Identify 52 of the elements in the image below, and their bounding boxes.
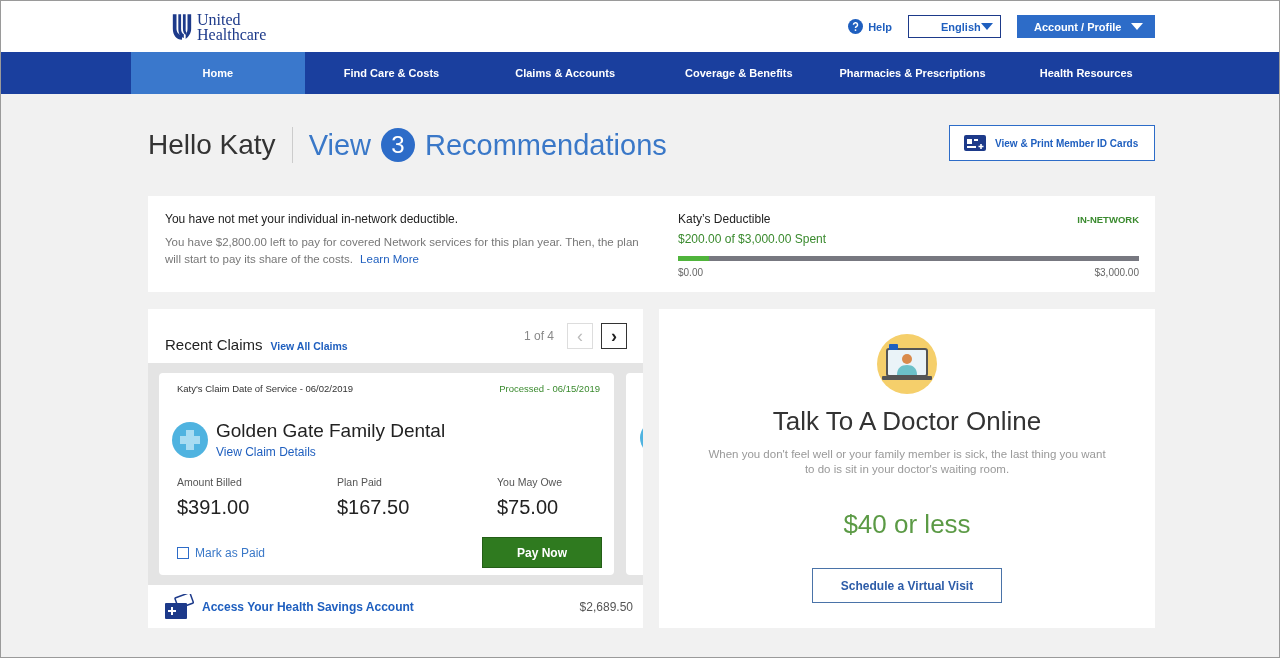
network-label: IN-NETWORK: [1077, 213, 1139, 225]
next-button[interactable]: ›: [601, 323, 627, 349]
promo-text: When you don't feel well or your family member is sick, the last thing you want to do is sit in your doctor's waiting room.: [707, 447, 1107, 477]
deductible-message: You have not met your individual in-network deductible.: [165, 212, 460, 226]
logo-text: Healthcare: [197, 26, 267, 42]
logo-text: United: [197, 11, 242, 27]
provider-name: Golden Gate Family Dental: [216, 420, 446, 442]
greeting: Hello Katy: [148, 129, 276, 161]
price-text: $40 or less: [843, 509, 971, 540]
amount-value: $167.50: [337, 496, 411, 519]
nav-tab[interactable]: Health Resources: [999, 52, 1174, 94]
schedule-visit-button[interactable]: Schedule a Virtual Visit: [812, 568, 1002, 603]
learn-more-link[interactable]: Learn More: [360, 253, 419, 265]
claims-title: Recent Claims: [165, 335, 263, 353]
logo-icon: [171, 11, 193, 42]
help-link[interactable]: Help: [848, 19, 892, 34]
claim-details-link[interactable]: View Claim Details: [216, 445, 316, 459]
pager-text: 1 of 4: [523, 329, 554, 343]
id-cards-button[interactable]: View & Print Member ID Cards: [949, 125, 1155, 161]
claim-status: Processed - 06/15/2019: [499, 383, 600, 394]
promo-title: Talk To A Doctor Online: [772, 406, 1042, 437]
deductible-title: Katy’s Deductible: [678, 212, 771, 226]
help-icon: [848, 19, 864, 34]
view-all-claims-link[interactable]: View All Claims: [270, 339, 348, 352]
id-card-icon: [964, 135, 986, 151]
wallet-icon: [164, 593, 194, 620]
mark-paid-checkbox[interactable]: Mark as Paid: [177, 545, 266, 560]
amount-label: You May Owe: [497, 476, 562, 488]
amount-label: Amount Billed: [177, 476, 243, 488]
language-dropdown[interactable]: English: [908, 15, 1001, 38]
hsa-balance: $2,689.50: [579, 599, 633, 614]
caret-icon: [1131, 23, 1143, 30]
recommendations-link[interactable]: View 3 Recommendations: [308, 128, 667, 162]
range-max: $3,000.00: [1094, 267, 1139, 278]
amount-label: Plan Paid: [337, 476, 383, 488]
plus-icon: [172, 422, 208, 458]
nav-tab[interactable]: Find Care & Costs: [304, 52, 479, 94]
account-dropdown[interactable]: Account / Profile: [1017, 15, 1155, 38]
pay-now-button[interactable]: Pay Now: [482, 537, 602, 568]
nav-tab[interactable]: Coverage & Benefits: [652, 52, 826, 94]
amount-value: $75.00: [497, 496, 560, 519]
nav-tab[interactable]: Pharmacies & Prescriptions: [825, 52, 1000, 94]
caret-icon: [980, 23, 993, 30]
nav-tab[interactable]: Claims & Accounts: [478, 52, 652, 94]
range-min: $0.00: [678, 267, 704, 278]
spent-amount: $200.00 of $3,000.00 Spent: [678, 232, 828, 246]
hsa-link[interactable]: Access Your Health Savings Account: [164, 593, 414, 620]
service-date: Katy's Claim Date of Service - 06/02/2019: [177, 383, 354, 394]
deductible-detail: You have $2,800.00 left to pay for covered Network services for this plan year. Then, the plan will start to pay its share of the costs. Learn More: [165, 235, 640, 267]
amount-value: $391.00: [177, 496, 251, 519]
nav-tab[interactable]: Home: [131, 52, 305, 94]
video-call-drawing: [877, 334, 937, 394]
